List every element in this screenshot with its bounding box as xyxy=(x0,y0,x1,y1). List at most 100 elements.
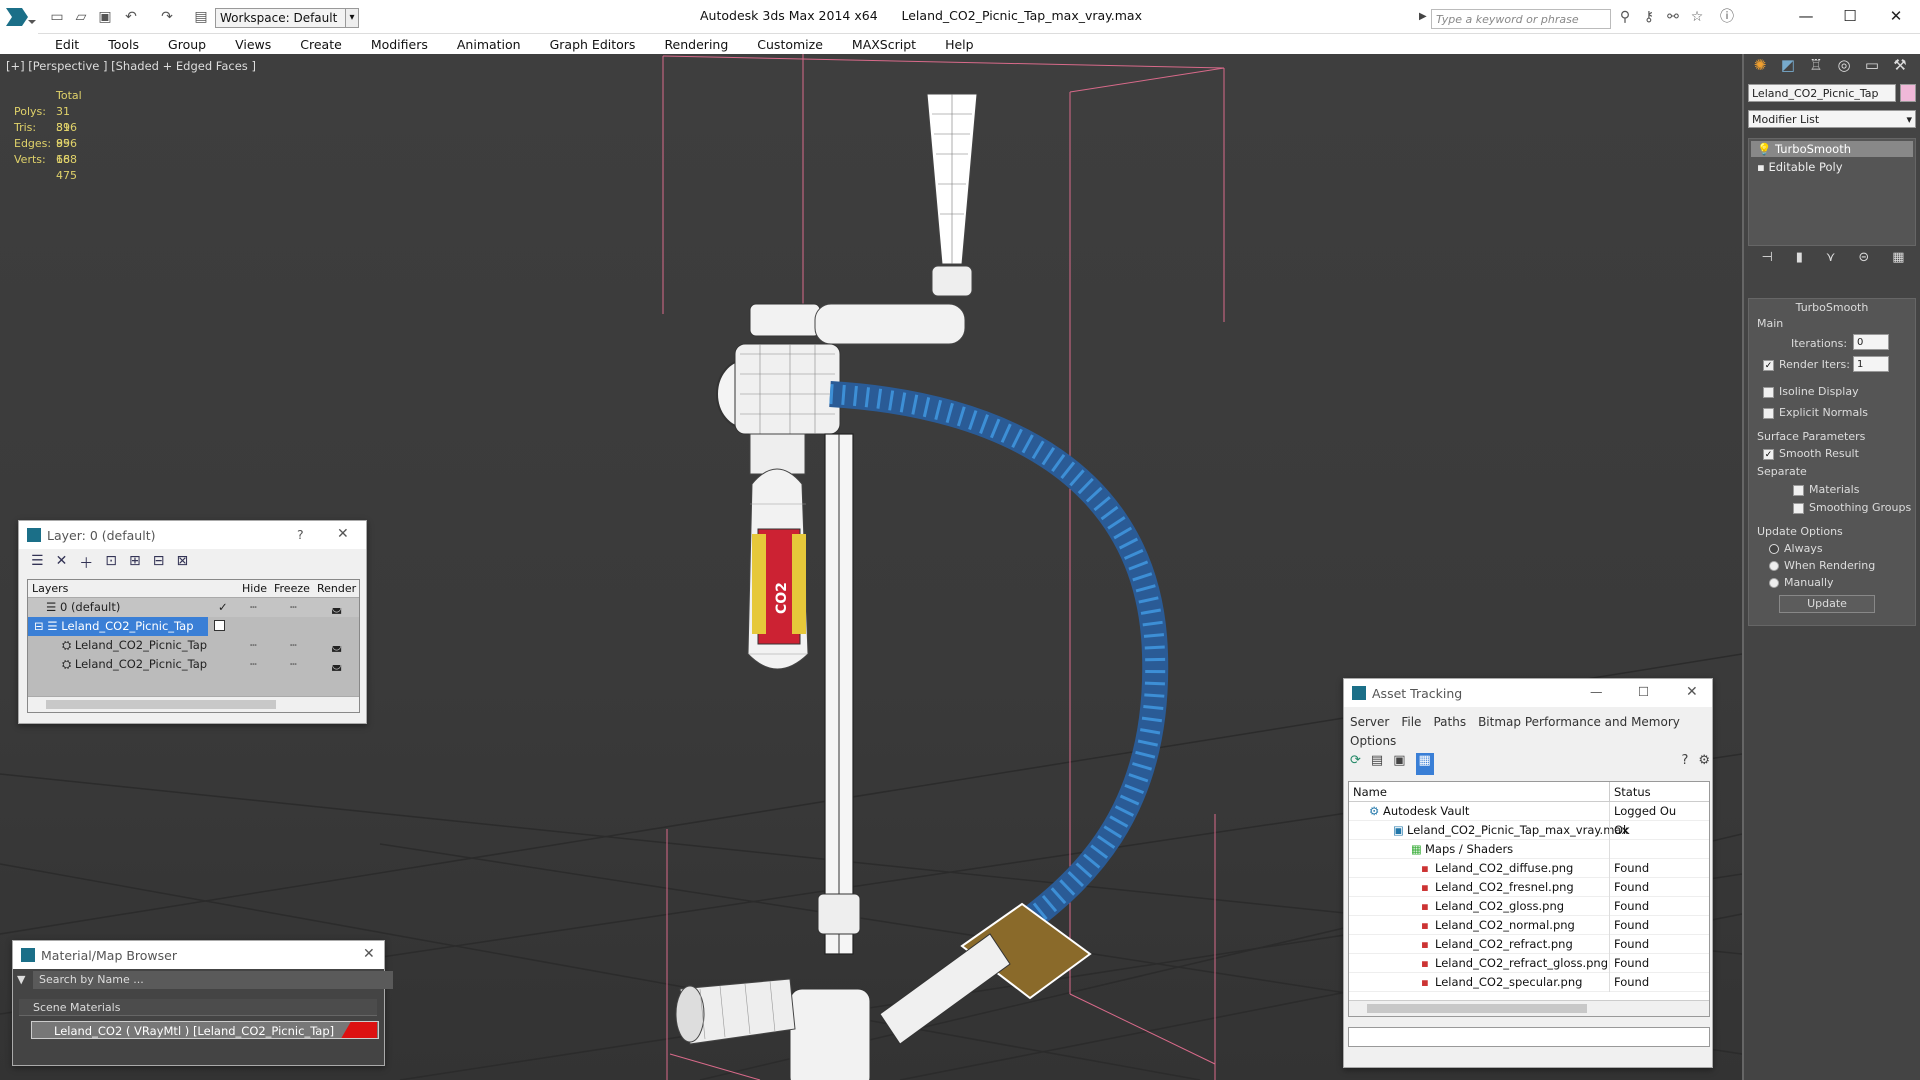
project-folder-icon[interactable]: ▤ xyxy=(192,9,210,25)
menu-customize[interactable]: Customize xyxy=(757,37,823,52)
render-icon[interactable]: ◛ xyxy=(331,636,342,655)
workspace-arrow-icon[interactable]: ▾ xyxy=(345,8,359,28)
make-unique-icon[interactable]: ⋎ xyxy=(1826,250,1836,270)
menu-edit[interactable]: Edit xyxy=(55,37,79,52)
asset-menu-options[interactable]: Options xyxy=(1350,732,1396,751)
col-status[interactable]: Status xyxy=(1609,782,1651,802)
stack-item-editable-poly[interactable]: ▪ Editable Poly xyxy=(1751,159,1913,175)
object-color-swatch[interactable] xyxy=(1900,84,1916,102)
asset-menu-file[interactable]: File xyxy=(1401,713,1421,732)
close-icon[interactable]: ✕ xyxy=(337,526,349,542)
asset-row[interactable]: ▦ Maps / Shaders xyxy=(1349,840,1709,859)
asset-row[interactable]: ▪ Leland_CO2_gloss.png Found xyxy=(1349,897,1709,916)
menu-graph-editors[interactable]: Graph Editors xyxy=(550,37,636,52)
favorites-star-icon[interactable]: ☆ xyxy=(1688,9,1706,25)
asset-menu-server[interactable]: Server xyxy=(1350,713,1389,732)
show-end-result-icon[interactable]: ▮ xyxy=(1796,250,1803,270)
close-icon[interactable]: ✕ xyxy=(363,946,375,962)
material-browser-titlebar[interactable]: Material/Map Browser ✕ xyxy=(13,941,384,969)
close-icon[interactable]: ✕ xyxy=(1876,4,1916,28)
menu-maxscript[interactable]: MAXScript xyxy=(852,37,916,52)
menu-help[interactable]: Help xyxy=(945,37,974,52)
remove-modifier-icon[interactable]: ⊝ xyxy=(1858,250,1869,270)
menu-create[interactable]: Create xyxy=(300,37,342,52)
binoculars-icon[interactable]: ⚲ xyxy=(1616,9,1634,25)
menu-rendering[interactable]: Rendering xyxy=(664,37,728,52)
layer-row-selected[interactable]: ⊟ ☰ Leland_CO2_Picnic_Tap xyxy=(28,617,208,636)
maximize-icon[interactable]: ☐ xyxy=(1638,684,1649,699)
menu-tools[interactable]: Tools xyxy=(108,37,139,52)
isoline-checkbox[interactable] xyxy=(1763,386,1774,398)
table-view-icon[interactable]: ▦ xyxy=(1415,753,1434,775)
thumbnail-view-icon[interactable]: ▣ xyxy=(1393,753,1405,775)
list-view-icon[interactable]: ▤ xyxy=(1371,753,1383,775)
redo-icon[interactable]: ↷ xyxy=(158,9,176,25)
asset-row[interactable]: ▪ Leland_CO2_refract_gloss.png Found xyxy=(1349,954,1709,973)
motion-tab-icon[interactable]: ◎ xyxy=(1832,56,1856,78)
create-tab-icon[interactable]: ✺ xyxy=(1748,56,1772,78)
manually-radio[interactable] xyxy=(1769,578,1779,588)
modifier-list-dropdown[interactable]: Modifier List ▾ xyxy=(1748,110,1916,128)
layer-row[interactable]: ⛭ Leland_CO2_Picnic_Tap ┅ ┅ ◛ xyxy=(28,636,359,655)
minimize-icon[interactable]: — xyxy=(1590,684,1603,699)
asset-menu-bitmap[interactable]: Bitmap Performance and Memory xyxy=(1478,713,1680,732)
stack-item-turbosmooth[interactable]: 💡 TurboSmooth xyxy=(1751,141,1913,157)
asset-row[interactable]: ⚙ Autodesk Vault Logged Ou xyxy=(1349,802,1709,821)
render-icon[interactable]: ◛ xyxy=(331,655,342,674)
col-render[interactable]: Render xyxy=(317,580,356,598)
material-item[interactable]: Leland_CO2 ( VRayMtl ) [Leland_CO2_Picni… xyxy=(31,1021,379,1039)
display-tab-icon[interactable]: ▭ xyxy=(1860,56,1884,78)
col-freeze[interactable]: Freeze xyxy=(274,580,310,598)
asset-row[interactable]: ▪ Leland_CO2_normal.png Found xyxy=(1349,916,1709,935)
options-icon[interactable]: ⚙ xyxy=(1698,753,1710,775)
select-in-layer-icon[interactable]: ⊡ xyxy=(105,553,117,573)
object-name-field[interactable]: Leland_CO2_Picnic_Tap xyxy=(1748,84,1896,102)
asset-row[interactable]: ▣ Leland_CO2_Picnic_Tap_max_vray.max Ok xyxy=(1349,821,1709,840)
help-icon[interactable]: ? xyxy=(1681,753,1688,775)
rollout-title[interactable]: TurboSmooth xyxy=(1749,301,1915,314)
layer-row[interactable]: ⛭ Leland_CO2_Picnic_Tap ┅ ┅ ◛ xyxy=(28,655,359,674)
search-expand-icon[interactable]: ▶ xyxy=(1419,11,1427,22)
menu-group[interactable]: Group xyxy=(168,37,206,52)
key-icon[interactable]: ⚷ xyxy=(1640,9,1658,25)
configure-sets-icon[interactable]: ▦ xyxy=(1892,250,1904,270)
minimize-icon[interactable]: — xyxy=(1786,4,1826,28)
menu-animation[interactable]: Animation xyxy=(457,37,521,52)
pin-stack-icon[interactable]: ⊣ xyxy=(1761,250,1772,270)
undo-icon[interactable]: ↶ xyxy=(122,9,140,25)
help-icon[interactable]: ⓘ xyxy=(1718,9,1736,25)
render-iters-checkbox[interactable]: ✓ xyxy=(1763,359,1774,371)
menu-modifiers[interactable]: Modifiers xyxy=(371,37,428,52)
hierarchy-tab-icon[interactable]: ♖ xyxy=(1804,56,1828,78)
col-name[interactable]: Name xyxy=(1353,782,1387,802)
always-radio[interactable] xyxy=(1769,544,1779,554)
new-file-icon[interactable]: ▭ xyxy=(48,9,66,25)
render-icon[interactable]: ◛ xyxy=(331,598,342,617)
modify-tab-icon[interactable]: ◩ xyxy=(1776,56,1800,78)
viewport-label[interactable]: [+] [Perspective ] [Shaded + Edged Faces… xyxy=(6,59,256,73)
save-file-icon[interactable]: ▣ xyxy=(96,9,114,25)
col-hide[interactable]: Hide xyxy=(242,580,267,598)
exchange-icon[interactable]: ⚯ xyxy=(1664,9,1682,25)
horizontal-scrollbar[interactable] xyxy=(28,696,359,712)
asset-row[interactable]: ▪ Leland_CO2_specular.png Found xyxy=(1349,973,1709,992)
freeze-all-icon[interactable]: ⊠ xyxy=(177,553,189,573)
asset-menu-paths[interactable]: Paths xyxy=(1433,713,1466,732)
smoothing-groups-checkbox[interactable] xyxy=(1793,502,1804,514)
asset-path-field[interactable] xyxy=(1348,1027,1710,1047)
col-layers[interactable]: Layers xyxy=(32,580,68,598)
asset-row[interactable]: ▪ Leland_CO2_refract.png Found xyxy=(1349,935,1709,954)
menu-views[interactable]: Views xyxy=(235,37,271,52)
horizontal-scrollbar[interactable] xyxy=(1349,1000,1709,1016)
asset-row[interactable]: ▪ Leland_CO2_fresnel.png Found xyxy=(1349,878,1709,897)
open-file-icon[interactable]: ▱ xyxy=(72,9,90,25)
explicit-normals-checkbox[interactable] xyxy=(1763,407,1774,419)
workspace-dropdown[interactable]: Workspace: Default ▾ xyxy=(215,8,358,28)
update-button[interactable]: Update xyxy=(1779,595,1875,613)
layer-dialog-titlebar[interactable]: Layer: 0 (default) ? ✕ xyxy=(19,521,366,549)
new-layer-icon[interactable]: ☰ xyxy=(31,553,44,573)
add-to-layer-icon[interactable]: ＋ xyxy=(79,553,93,573)
maximize-icon[interactable]: ☐ xyxy=(1830,4,1870,28)
utilities-tab-icon[interactable]: ⚒ xyxy=(1888,56,1912,78)
asset-tracking-titlebar[interactable]: Asset Tracking — ☐ ✕ xyxy=(1344,679,1712,707)
